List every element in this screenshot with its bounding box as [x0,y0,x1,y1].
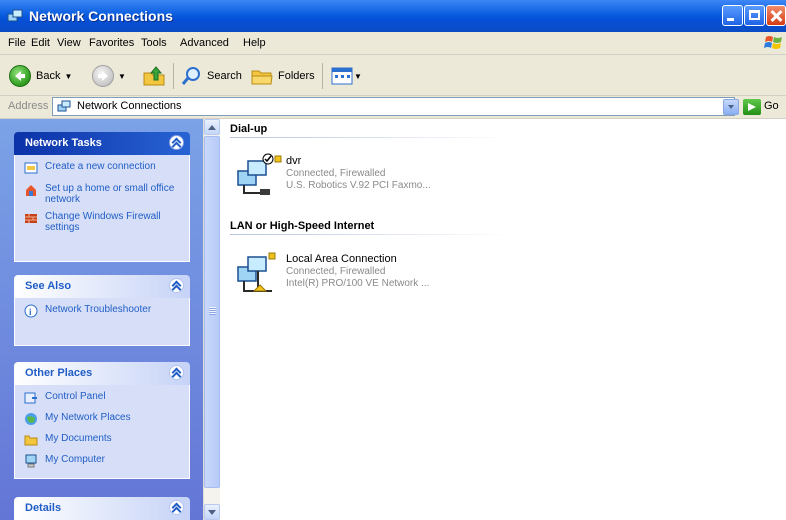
minimize-icon [727,18,734,21]
forward-arrow-icon [92,65,114,87]
collapse-icon[interactable] [169,278,184,293]
address-value: Network Connections [77,100,182,112]
my-computer-link[interactable]: My Computer [15,454,183,470]
collapse-icon[interactable] [169,500,184,515]
views-button[interactable]: ▼ [331,65,362,87]
panel-title: Other Places [25,367,93,379]
network-connections-icon [7,9,23,22]
folders-icon [251,70,273,85]
scroll-up-button[interactable] [204,119,220,135]
connection-status: Connected, Firewalled [286,168,386,179]
windows-logo-icon [764,36,782,49]
group-divider [230,137,510,138]
my-network-places-link[interactable]: My Network Places [15,412,183,428]
firewall-icon [25,214,37,223]
address-label: Address [8,100,49,112]
folder-icon [24,435,38,446]
scroll-grip-icon [209,307,216,315]
other-places-header[interactable]: Other Places [14,362,190,385]
network-places-icon [25,413,37,425]
control-panel-link[interactable]: Control Panel [15,391,183,407]
toolbar-separator [322,63,323,89]
group-header: Dial-up [230,123,268,135]
details-panel: Details [14,497,190,520]
connection-status: Connected, Firewalled [286,266,386,277]
search-icon [181,67,200,85]
folders-button[interactable]: Folders [250,65,315,87]
dialup-connection-icon [237,153,282,195]
collapse-icon[interactable] [169,365,184,380]
lan-connection-icon [237,252,276,292]
my-documents-link[interactable]: My Documents [15,433,183,449]
views-icon [331,67,353,85]
scroll-thumb[interactable] [204,136,220,488]
back-dropdown-icon[interactable]: ▼ [64,72,72,81]
computer-icon [25,454,37,468]
network-troubleshooter-link[interactable]: i Network Troubleshooter [15,304,183,320]
task-pane-scrollbar[interactable] [203,119,220,520]
menu-view[interactable]: View [57,37,81,49]
connection-device: U.S. Robotics V.92 PCI Faxmo... [286,180,431,191]
search-button[interactable]: Search [181,65,242,87]
views-dropdown-icon[interactable]: ▼ [354,72,362,81]
menu-edit[interactable]: Edit [31,37,50,49]
network-tasks-panel: Network Tasks Create a new connection Se… [14,132,190,262]
close-button[interactable] [766,5,786,26]
collapse-icon[interactable] [169,135,184,150]
panel-title: Details [25,502,62,514]
scroll-down-button[interactable] [204,504,220,520]
help-icon: i [24,304,38,318]
control-panel-icon [24,392,37,404]
menu-bar: File Edit View Favorites Tools Advanced … [0,32,786,55]
title-bar[interactable]: Network Connections [0,0,786,32]
back-label: Back [36,70,61,82]
new-connection-icon [24,162,38,174]
address-input[interactable]: Network Connections [52,97,735,116]
address-dropdown-button[interactable] [723,99,739,115]
connection-name: Local Area Connection [286,253,397,265]
go-arrow-icon[interactable] [743,99,761,115]
minimize-button[interactable] [722,5,743,26]
firewall-settings-link[interactable]: Change Windows Firewall settings [15,211,183,233]
home-network-icon [26,185,36,196]
forward-dropdown-icon[interactable]: ▼ [118,72,126,81]
up-folder-icon [143,66,165,86]
other-places-panel: Other Places Control Panel My Network Pl… [14,362,190,479]
panel-title: Network Tasks [25,137,102,149]
menu-advanced[interactable]: Advanced [180,37,229,49]
connection-item[interactable]: dvr Connected, Firewalled U.S. Robotics … [236,153,536,203]
home-network-link[interactable]: Set up a home or small office network [15,183,183,205]
network-connections-icon [57,100,71,112]
see-also-panel: See Also i Network Troubleshooter [14,275,190,346]
group-divider [230,234,510,235]
go-button[interactable]: Go [764,100,779,112]
menu-tools[interactable]: Tools [141,37,167,49]
network-tasks-header[interactable]: Network Tasks [14,132,190,155]
folders-label: Folders [278,70,315,82]
task-pane: Network Tasks Create a new connection Se… [0,119,203,520]
maximize-button[interactable] [744,5,765,26]
back-button[interactable]: Back ▼ [9,65,72,87]
toolbar-separator [173,63,174,89]
connection-name: dvr [286,155,302,167]
see-also-header[interactable]: See Also [14,275,190,298]
maximize-icon [749,10,760,20]
create-connection-link[interactable]: Create a new connection [15,161,183,177]
menu-favorites[interactable]: Favorites [89,37,134,49]
menu-file[interactable]: File [8,37,26,49]
panel-title: See Also [25,280,72,292]
back-arrow-icon [9,65,31,87]
toolbar: Back ▼ ▼ Search Folders ▼ [0,55,786,96]
connection-device: Intel(R) PRO/100 VE Network ... [286,278,430,289]
window-title: Network Connections [29,8,173,24]
menu-help[interactable]: Help [243,37,266,49]
details-header[interactable]: Details [14,497,190,520]
up-folder-button[interactable] [142,65,166,87]
search-label: Search [207,70,242,82]
group-header: LAN or High-Speed Internet [230,220,375,232]
connections-view: Dial-up dvr Connected, Firewalled U.S. R… [220,119,786,520]
connection-item[interactable]: Local Area Connection Connected, Firewal… [236,251,536,301]
address-bar: Address Network Connections Go [0,96,786,119]
forward-button[interactable]: ▼ [92,65,126,87]
